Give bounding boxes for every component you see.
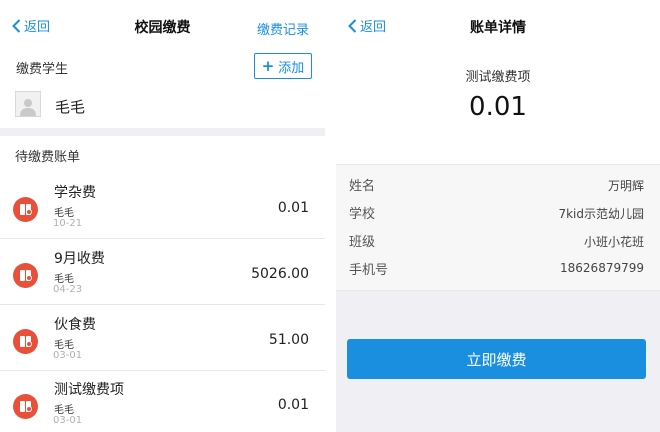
section-divider: [0, 128, 325, 136]
add-button-label: 添加: [278, 60, 305, 76]
info-value: 小班小花班: [583, 235, 644, 249]
bill-icon: [13, 329, 38, 354]
screen-gap: [325, 0, 336, 432]
bill-title: 学杂费: [54, 185, 96, 201]
info-value: 7kid示范幼儿园: [558, 207, 644, 221]
avatar: [15, 91, 41, 117]
left-screen-payment: 返回 校园缴费 缴费记录 缴费学生 + 添加 毛毛 待缴费账单 学杂费 毛毛 1…: [0, 0, 325, 432]
bill-icon: [13, 197, 38, 222]
right-screen-bill-detail: 返回 账单详情 测试缴费项 0.01 姓名 万明辉 学校 7kid示范幼儿园 班…: [336, 0, 660, 432]
info-row-phone: 手机号 18626879799: [336, 255, 660, 283]
info-row-school: 学校 7kid示范幼儿园: [336, 199, 660, 227]
nav-bar: 返回 账单详情: [336, 0, 660, 44]
nav-bar: 返回 校园缴费 缴费记录: [0, 0, 325, 44]
pending-bills-label: 待缴费账单: [15, 150, 81, 165]
bill-title: 9月收费: [54, 251, 105, 267]
student-name: 毛毛: [55, 98, 86, 116]
bill-date: 03-01: [53, 350, 83, 361]
info-key: 姓名: [349, 179, 376, 194]
bill-info-list: 姓名 万明辉 学校 7kid示范幼儿园 班级 小班小花班 手机号 1862687…: [336, 164, 660, 291]
bill-student: 毛毛: [54, 208, 74, 219]
bill-amount: 0.01: [277, 397, 309, 413]
bill-date: 10-21: [53, 218, 83, 229]
bill-amount: 0.01: [277, 200, 309, 216]
info-value: 18626879799: [560, 261, 644, 275]
person-icon: [20, 99, 36, 116]
bill-date: 04-23: [53, 284, 83, 295]
bill-amount: 5026.00: [251, 266, 309, 282]
bill-student: 毛毛: [54, 405, 74, 416]
bill-amount: 51.00: [268, 332, 309, 348]
bill-item-name: 测试缴费项: [465, 70, 531, 85]
student-row[interactable]: 毛毛: [0, 84, 325, 128]
bill-item[interactable]: 9月收费 毛毛 04-23 5026.00: [0, 241, 325, 305]
info-row-class: 班级 小班小花班: [336, 227, 660, 255]
bill-item[interactable]: 伙食费 毛毛 03-01 51.00: [0, 307, 325, 371]
bill-item[interactable]: 学杂费 毛毛 10-21 0.01: [0, 175, 325, 239]
page-title: 账单详情: [470, 20, 526, 36]
pay-now-button[interactable]: 立即缴费: [347, 339, 646, 379]
bill-date: 03-01: [53, 415, 83, 426]
add-student-button[interactable]: + 添加: [254, 53, 312, 79]
info-key: 手机号: [349, 263, 389, 278]
bill-summary: 测试缴费项 0.01: [336, 44, 660, 164]
info-value: 万明辉: [607, 179, 644, 193]
bill-student: 毛毛: [54, 274, 74, 285]
bill-icon: [13, 394, 38, 419]
plus-icon: +: [261, 57, 275, 75]
bill-student: 毛毛: [54, 340, 74, 351]
info-key: 学校: [349, 207, 376, 222]
students-section-label: 缴费学生: [16, 62, 69, 77]
bill-amount-large: 0.01: [469, 92, 527, 122]
bill-title: 伙食费: [54, 317, 96, 333]
info-row-name: 姓名 万明辉: [336, 171, 660, 199]
action-area: 立即缴费: [336, 291, 660, 432]
bill-item[interactable]: 测试缴费项 毛毛 03-01 0.01: [0, 372, 325, 432]
payment-records-link[interactable]: 缴费记录: [257, 19, 309, 38]
info-key: 班级: [349, 235, 376, 250]
bill-icon: [13, 263, 38, 288]
bill-title: 测试缴费项: [54, 382, 124, 398]
